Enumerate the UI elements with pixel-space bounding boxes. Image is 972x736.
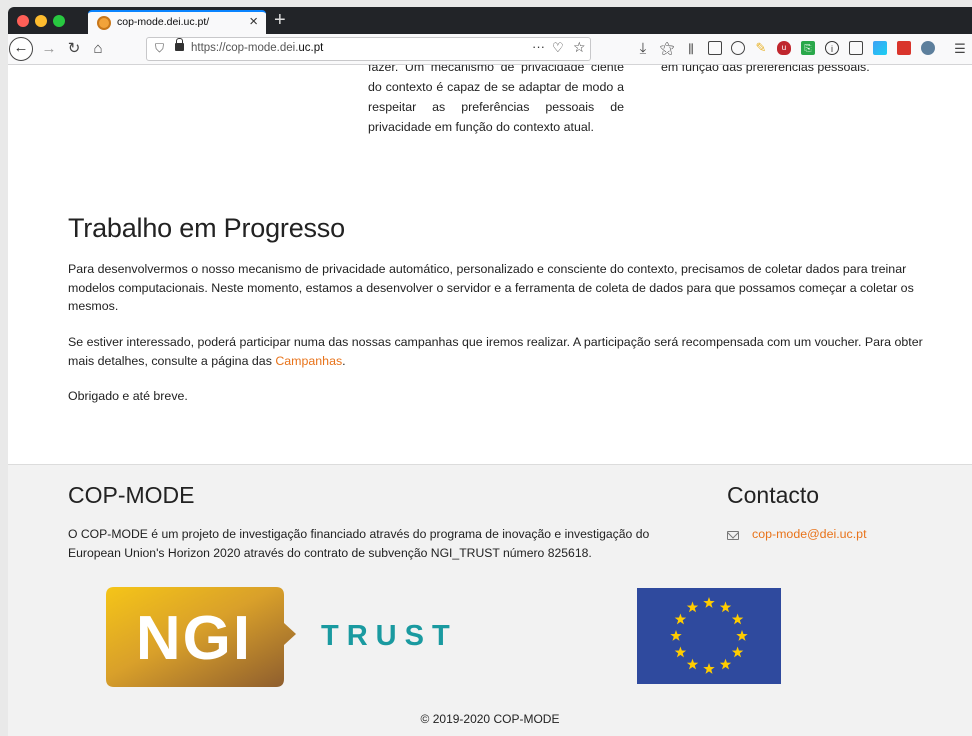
section-heading: Trabalho em Progresso	[68, 213, 345, 243]
forward-icon[interactable]: →	[39, 38, 59, 60]
wip-paragraph-3: Obrigado e até breve.	[68, 389, 188, 403]
mail-icon	[727, 531, 739, 540]
extension-blue-icon[interactable]	[873, 41, 887, 55]
page-actions-icon[interactable]: ···	[532, 39, 545, 54]
campaigns-link[interactable]: Campanhas	[275, 354, 342, 368]
page-content: fazer. Um mecanismo de privacidade cient…	[8, 65, 972, 736]
window-minimize-button[interactable]	[35, 15, 47, 27]
browser-tab[interactable]: cop-mode.dei.uc.pt/ ×	[88, 10, 266, 34]
extension-red-icon[interactable]	[897, 41, 911, 55]
extension-image-icon[interactable]	[849, 41, 863, 55]
extension-info-icon[interactable]: i	[825, 41, 839, 55]
wip-paragraph-2: Se estiver interessado, poderá participa…	[68, 333, 948, 370]
ngi-trust-logo: NGI TRUST	[106, 587, 458, 687]
wip-paragraph-2-text: Se estiver interessado, poderá participa…	[68, 335, 923, 368]
copyright: © 2019-2020 COP-MODE	[420, 712, 560, 726]
footer-title: COP-MODE	[68, 482, 195, 508]
back-icon[interactable]: ←	[9, 37, 33, 61]
menu-icon[interactable]: ☰	[950, 38, 970, 60]
footer-description: O COP-MODE é um projeto de investigação …	[68, 527, 650, 560]
contact-email-link[interactable]: cop-mode@dei.uc.pt	[752, 527, 867, 541]
account-icon[interactable]	[731, 41, 745, 55]
download-icon[interactable]: ⤓	[633, 38, 653, 60]
intro-middle-column: fazer. Um mecanismo de privacidade cient…	[368, 65, 624, 134]
new-tab-icon[interactable]: +	[274, 9, 286, 31]
tab-title: cop-mode.dei.uc.pt/	[117, 16, 210, 28]
tab-strip: cop-mode.dei.uc.pt/ × +	[8, 7, 972, 34]
address-bar[interactable]: ⛉ https://cop-mode.dei.uc.pt ··· ♡ ☆	[146, 37, 591, 61]
url-text[interactable]: https://cop-mode.dei.uc.pt	[191, 42, 323, 54]
lock-icon[interactable]	[175, 38, 184, 51]
extension-gray-icon[interactable]	[921, 41, 935, 55]
library-icon[interactable]: ⫼	[681, 38, 701, 60]
bookmark-star-icon[interactable]: ☆	[573, 39, 586, 56]
bookmark-manager-icon[interactable]: ⚝	[657, 38, 677, 60]
footer: COP-MODE O COP-MODE é um projeto de inve…	[8, 464, 972, 736]
intro-right-column: em função das preferências pessoais.	[661, 65, 870, 74]
eu-flag-logo	[637, 588, 781, 684]
sidebar-icon[interactable]	[708, 41, 722, 55]
ublock-icon[interactable]: u	[777, 41, 791, 55]
navigation-toolbar: ← → ↻ ⌂ ⛉ https://cop-mode.dei.uc.pt ···…	[8, 34, 972, 65]
wip-paragraph-1: Para desenvolvermos o nosso mecanismo de…	[68, 262, 914, 314]
extension-green-icon[interactable]: ⎘	[801, 41, 815, 55]
window-maximize-button[interactable]	[53, 15, 65, 27]
browser-window: cop-mode.dei.uc.pt/ × + ← → ↻ ⌂ ⛉ https:…	[8, 7, 972, 736]
reload-icon[interactable]: ↻	[64, 38, 84, 60]
ngi-logo-text: NGI	[136, 604, 252, 673]
favicon-icon	[97, 16, 111, 30]
contact-title: Contacto	[727, 482, 820, 508]
pocket-icon[interactable]: ♡	[552, 40, 564, 56]
extension-brush-icon[interactable]: ✎	[754, 41, 768, 55]
tracking-shield-icon[interactable]: ⛉	[155, 41, 164, 56]
trust-logo-text: TRUST	[321, 620, 458, 652]
home-icon[interactable]: ⌂	[88, 38, 108, 60]
tab-close-icon[interactable]: ×	[249, 14, 258, 30]
window-close-button[interactable]	[17, 15, 29, 27]
wip-paragraph-2-end: .	[342, 353, 346, 368]
